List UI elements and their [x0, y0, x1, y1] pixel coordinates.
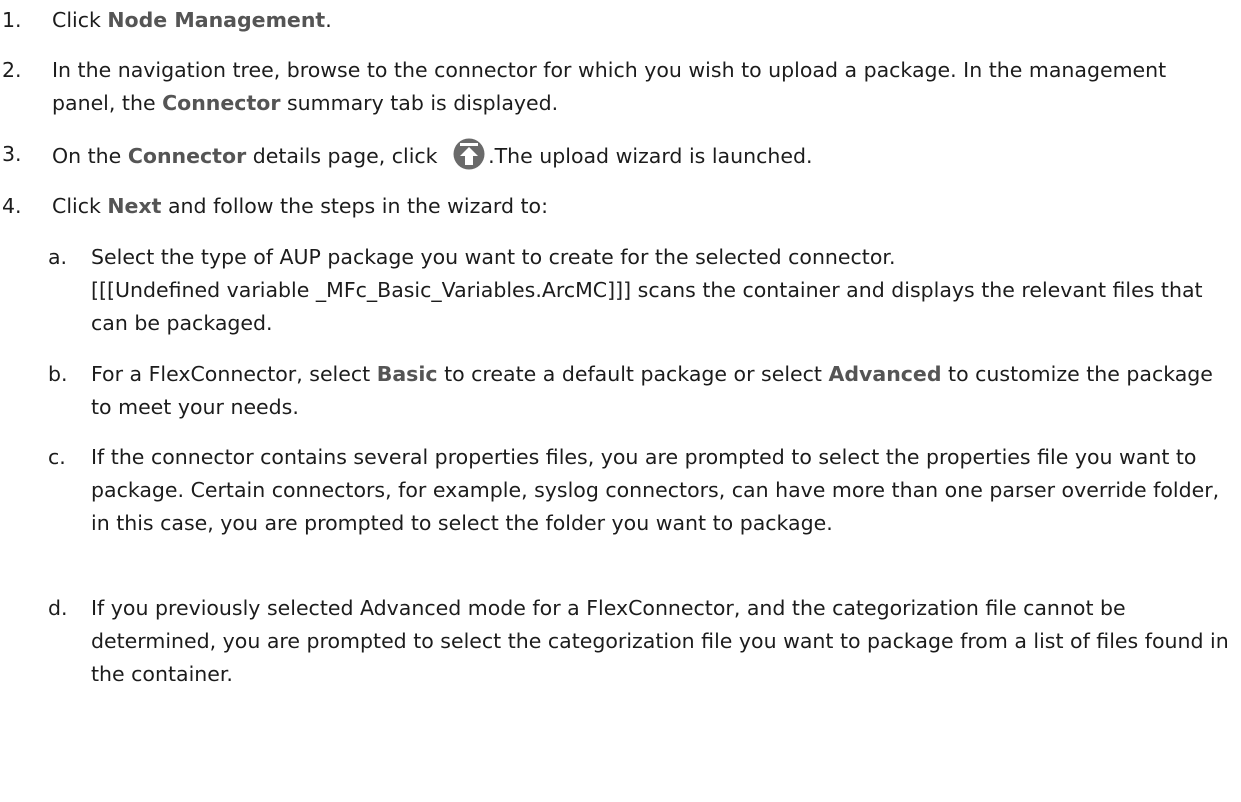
substep-a: a. Select the type of AUP package you wa… — [48, 241, 1231, 340]
substep-b: b. For a FlexConnector, select Basic to … — [48, 358, 1231, 424]
substep-text: If the connector contains several proper… — [91, 445, 1220, 535]
substep-letter: b. — [48, 362, 68, 386]
step-number: 4. — [2, 194, 22, 218]
step-number: 3. — [2, 142, 22, 166]
ui-term-next: Next — [107, 194, 162, 218]
step-text: Click Next and follow the steps in the w… — [52, 194, 548, 218]
ui-term-basic: Basic — [376, 362, 438, 386]
step-3: 3. On the Connector details page, click … — [0, 138, 1231, 173]
substep-text: Select the type of AUP package you want … — [91, 245, 1203, 335]
substep-letter: a. — [48, 245, 68, 269]
step-1: 1. Click Node Management. — [0, 4, 1231, 37]
procedure-document: 1. Click Node Management. 2. In the navi… — [0, 0, 1241, 802]
ui-term-connector: Connector — [127, 144, 247, 168]
step-text: Click Node Management. — [52, 8, 332, 32]
ui-term-node-management: Node Management — [107, 8, 326, 32]
step-text: In the navigation tree, browse to the co… — [52, 58, 1167, 115]
step-number: 1. — [2, 8, 22, 32]
substep-text: If you previously selected Advanced mode… — [91, 596, 1229, 686]
ui-term-connector: Connector — [162, 91, 281, 115]
substep-c: c. If the connector contains several pro… — [48, 441, 1231, 540]
step-text: On the Connector details page, click .Th… — [52, 138, 1231, 173]
step-number: 2. — [2, 58, 22, 82]
upload-icon — [452, 138, 486, 170]
substep-text: For a FlexConnector, select Basic to cre… — [91, 362, 1213, 419]
step-4: 4. Click Next and follow the steps in th… — [0, 190, 1231, 223]
substep-letter: c. — [48, 445, 66, 469]
substep-d: d. If you previously selected Advanced m… — [48, 592, 1231, 691]
step-2: 2. In the navigation tree, browse to the… — [0, 54, 1231, 120]
ui-term-advanced: Advanced — [828, 362, 942, 386]
substep-letter: d. — [48, 596, 68, 620]
